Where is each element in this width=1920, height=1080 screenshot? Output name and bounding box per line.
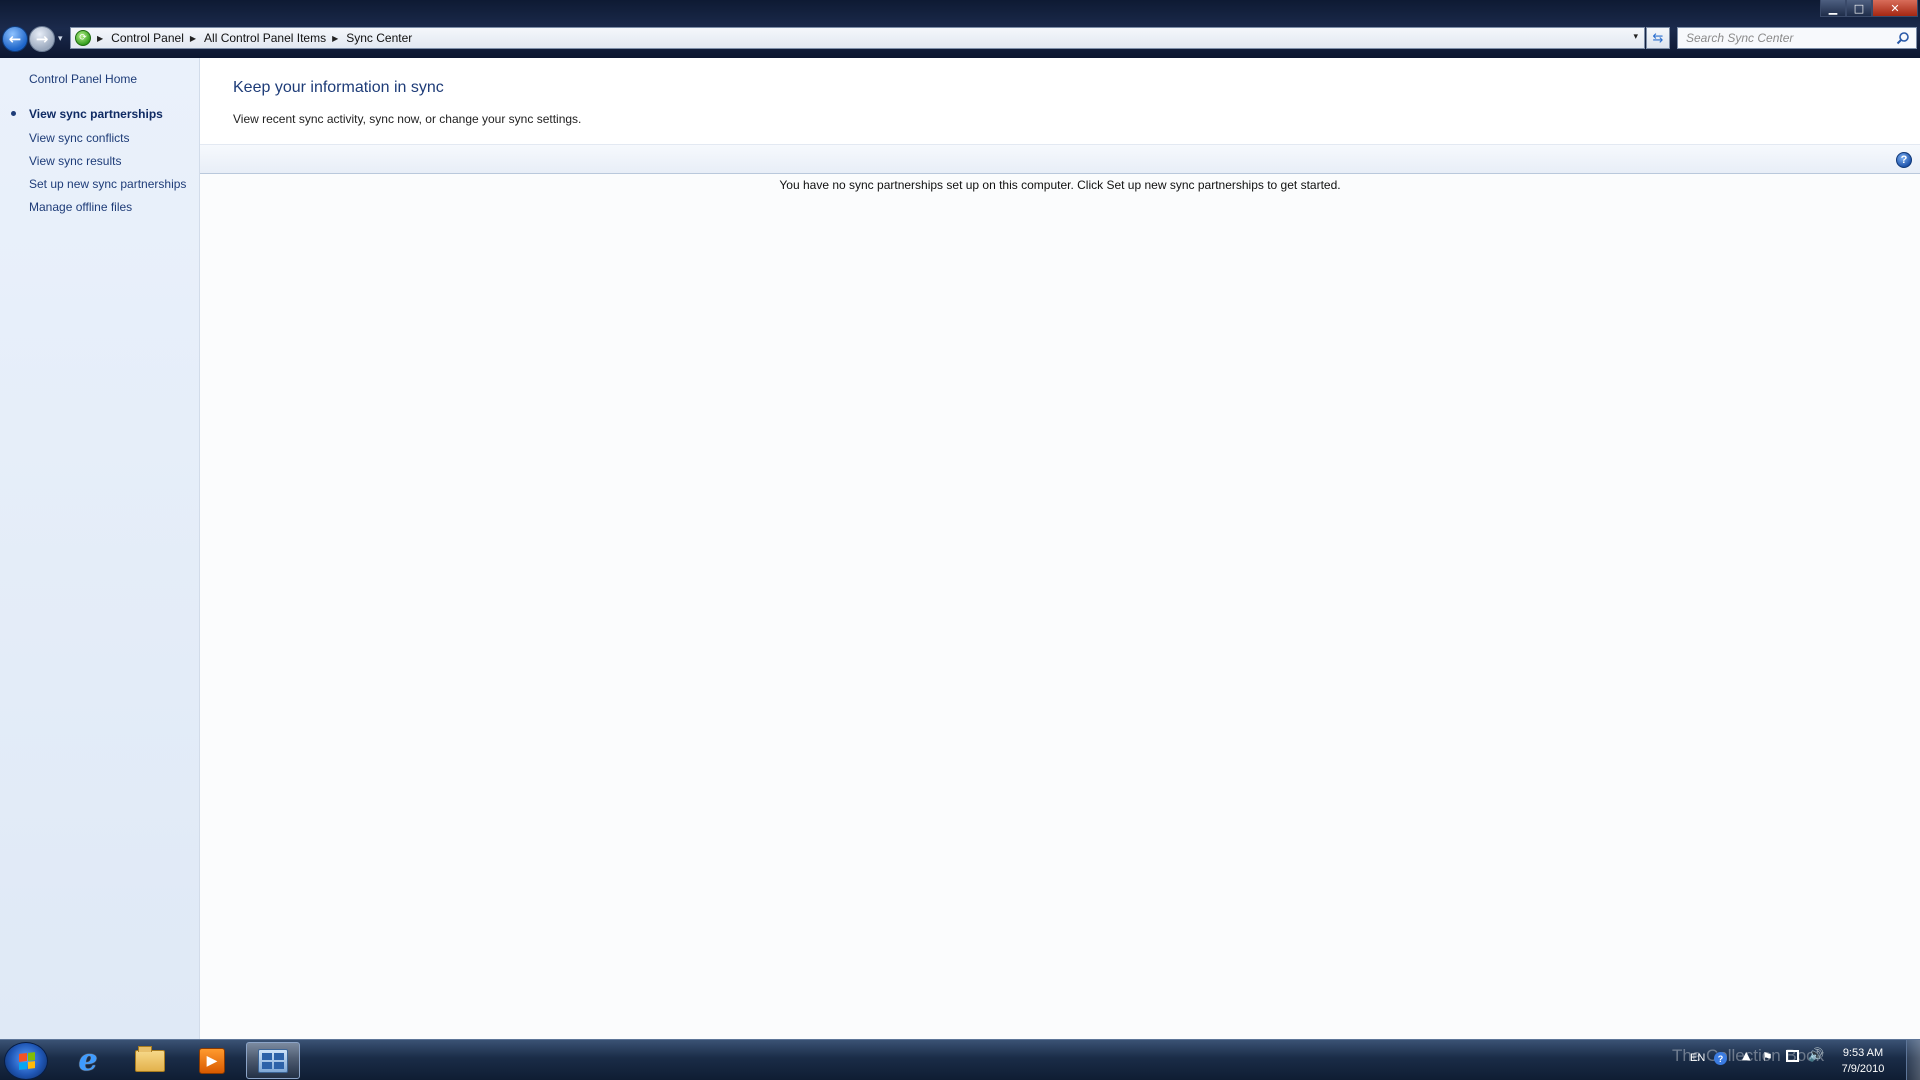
- minimize-button[interactable]: ▁: [1820, 0, 1846, 17]
- search-input[interactable]: [1686, 31, 1891, 45]
- start-button[interactable]: [4, 1042, 48, 1080]
- address-bar[interactable]: ⟳ ▶ Control Panel ▶ All Control Panel It…: [70, 27, 1645, 49]
- show-hidden-icons-icon[interactable]: ▲: [1742, 1049, 1750, 1062]
- sidebar-item-manage-offline-files[interactable]: Manage offline files: [29, 200, 132, 214]
- taskbar-internet-explorer[interactable]: e: [61, 1042, 115, 1079]
- clock[interactable]: 9:53 AM 7/9/2010: [1832, 1045, 1894, 1077]
- clock-time: 9:53 AM: [1842, 1047, 1884, 1059]
- forward-button[interactable]: →: [29, 26, 55, 52]
- help-icon[interactable]: ?: [1896, 152, 1912, 168]
- search-box[interactable]: [1677, 27, 1917, 49]
- sync-center-icon: ⟳: [75, 30, 91, 46]
- window-controls: ▁ □ ✕: [1820, 0, 1918, 17]
- control-panel-icon: [258, 1048, 288, 1073]
- folder-icon: [135, 1045, 165, 1072]
- breadcrumb-control-panel[interactable]: Control Panel: [111, 31, 184, 45]
- main-content: Keep your information in sync View recen…: [200, 58, 1920, 1039]
- action-center-icon[interactable]: ⚑: [1762, 1050, 1773, 1064]
- taskbar-control-panel[interactable]: [246, 1042, 300, 1079]
- sidebar-item-view-sync-results[interactable]: View sync results: [29, 154, 121, 168]
- volume-icon[interactable]: 🔊: [1808, 1048, 1824, 1063]
- language-indicator[interactable]: EN: [1690, 1052, 1705, 1064]
- breadcrumb-sync-center[interactable]: Sync Center: [346, 31, 412, 45]
- tray-help-icon[interactable]: ?: [1714, 1052, 1727, 1065]
- recent-pages-dropdown-icon[interactable]: ▾: [58, 34, 63, 44]
- control-panel-home-link[interactable]: Control Panel Home: [29, 72, 137, 86]
- taskbar: e ▶ The Collection Book EN ? ▲ ⚑ 🔊 9:53 …: [0, 1039, 1920, 1080]
- windows-logo-icon: [19, 1052, 35, 1070]
- sidebar-item-view-sync-partnerships[interactable]: View sync partnerships: [29, 107, 163, 121]
- left-task-pane: Control Panel Home View sync partnership…: [0, 58, 200, 1039]
- sidebar-item-view-sync-conflicts[interactable]: View sync conflicts: [29, 131, 129, 145]
- current-item-bullet: [11, 111, 16, 116]
- page-description: View recent sync activity, sync now, or …: [233, 112, 582, 126]
- breadcrumb-separator-icon[interactable]: ▶: [332, 34, 338, 43]
- empty-state-message: You have no sync partnerships set up on …: [779, 178, 1341, 192]
- window-titlebar: ▁ □ ✕ ← → ▾ ⟳ ▶ Control Panel ▶ All Cont…: [0, 0, 1920, 58]
- internet-explorer-icon: e: [78, 1043, 98, 1078]
- show-desktop-button[interactable]: [1906, 1040, 1920, 1080]
- address-dropdown-icon[interactable]: ▾: [1633, 32, 1638, 42]
- breadcrumb-all-control-panel-items[interactable]: All Control Panel Items: [204, 31, 326, 45]
- maximize-button[interactable]: □: [1846, 0, 1872, 17]
- search-icon[interactable]: [1896, 31, 1910, 45]
- clock-date: 7/9/2010: [1841, 1063, 1885, 1075]
- taskbar-media-player[interactable]: ▶: [185, 1042, 239, 1079]
- network-icon[interactable]: [1786, 1050, 1799, 1062]
- breadcrumb-separator-icon[interactable]: ▶: [97, 34, 103, 43]
- back-button[interactable]: ←: [2, 26, 28, 52]
- page-title: Keep your information in sync: [233, 79, 444, 96]
- command-toolbar: ?: [200, 144, 1920, 174]
- taskbar-windows-explorer[interactable]: [123, 1042, 177, 1079]
- close-button[interactable]: ✕: [1872, 0, 1918, 17]
- breadcrumb-separator-icon[interactable]: ▶: [190, 34, 196, 43]
- header-area: Keep your information in sync View recen…: [200, 58, 1920, 144]
- media-player-icon: ▶: [199, 1047, 225, 1074]
- refresh-button[interactable]: ⇆: [1646, 27, 1670, 49]
- sidebar-item-set-up-new-sync-partnerships[interactable]: Set up new sync partnerships: [29, 177, 186, 191]
